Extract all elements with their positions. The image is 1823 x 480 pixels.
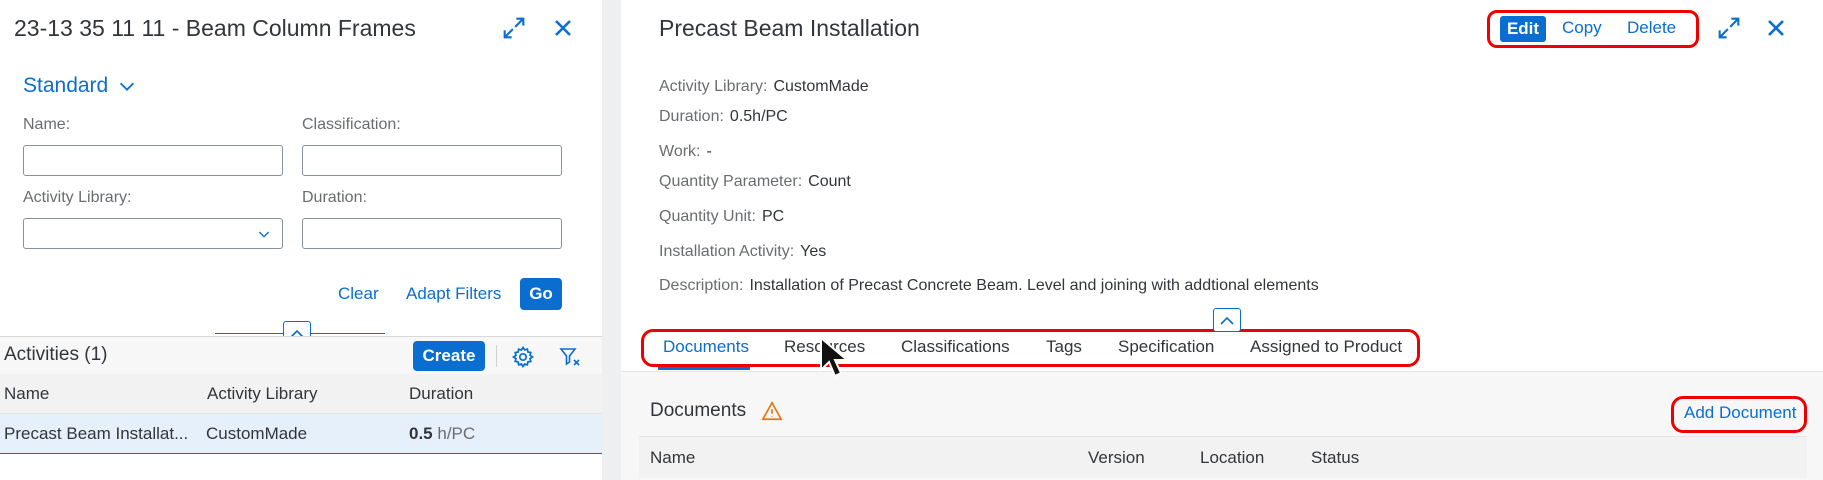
attribute-label: Activity Library: <box>659 78 768 95</box>
close-icon[interactable] <box>549 14 577 42</box>
table-title: Activities (1) <box>4 344 108 365</box>
classification-filter-input[interactable] <box>302 145 562 176</box>
documents-title: Documents <box>650 400 747 421</box>
attribute-label: Description: <box>659 277 744 294</box>
tab-specification[interactable]: Specification <box>1118 337 1214 357</box>
active-tab-indicator <box>658 367 750 370</box>
row-activity-library: CustomMade <box>206 424 308 443</box>
chevron-down-icon <box>120 82 135 91</box>
row-duration: 0.5 h/PC <box>409 424 475 444</box>
tab-classifications[interactable]: Classifications <box>901 337 1010 357</box>
tab-assigned-to-product[interactable]: Assigned to Product <box>1250 337 1402 357</box>
documents-section: Documents Add Document Name Version Loca… <box>621 372 1823 480</box>
clear-button[interactable]: Clear <box>338 284 379 304</box>
attribute-label: Duration: <box>659 108 724 125</box>
activity-detail-panel: Precast Beam Installation Edit Copy Dele… <box>621 0 1823 480</box>
column-header-name[interactable]: Name <box>4 384 49 404</box>
attribute-description: Description: Installation of Precast Conc… <box>659 277 1319 295</box>
attribute-value: PC <box>761 208 785 225</box>
attribute-work: Work: - <box>659 143 712 161</box>
row-duration-value: 0.5 <box>409 424 433 443</box>
create-button[interactable]: Create <box>413 341 485 371</box>
column-header-version[interactable]: Version <box>1088 448 1145 468</box>
attribute-label: Installation Activity: <box>659 243 795 260</box>
attribute-value: CustomMade <box>773 78 869 95</box>
attribute-quantity-unit: Quantity Unit: PC <box>659 208 784 226</box>
variant-selector[interactable]: Standard <box>23 74 138 98</box>
name-filter-input[interactable] <box>23 145 283 176</box>
attribute-value: 0.5h/PC <box>729 108 788 125</box>
column-header-status[interactable]: Status <box>1311 448 1359 468</box>
duration-filter-label: Duration: <box>302 189 367 206</box>
copy-button[interactable]: Copy <box>1562 18 1602 38</box>
duration-filter-input[interactable] <box>302 218 562 249</box>
delete-button[interactable]: Delete <box>1627 18 1676 38</box>
tab-documents[interactable]: Documents <box>663 337 749 357</box>
activity-library-select[interactable] <box>23 218 283 249</box>
go-button[interactable]: Go <box>520 278 562 310</box>
attribute-value: Count <box>808 173 851 190</box>
row-duration-unit: h/PC <box>437 424 476 443</box>
table-row[interactable]: Precast Beam Installat... CustomMade 0.5… <box>0 414 602 454</box>
adapt-filters-button[interactable]: Adapt Filters <box>406 284 501 304</box>
table-header: Name Activity Library Duration <box>0 374 602 414</box>
close-icon[interactable] <box>1762 14 1790 42</box>
mouse-cursor-icon <box>820 336 850 378</box>
warning-icon <box>761 400 783 422</box>
chevron-up-icon <box>1220 316 1234 325</box>
attribute-quantity-parameter: Quantity Parameter: Count <box>659 173 851 191</box>
column-header-duration[interactable]: Duration <box>409 384 473 404</box>
attribute-value: Yes <box>800 243 827 260</box>
attribute-label: Quantity Unit: <box>659 208 756 225</box>
chevron-down-icon <box>258 231 270 238</box>
attribute-label: Work: <box>659 143 701 160</box>
edit-button[interactable]: Edit <box>1500 16 1546 42</box>
column-header-location[interactable]: Location <box>1200 448 1264 468</box>
expand-icon[interactable] <box>1715 14 1743 42</box>
expand-icon[interactable] <box>500 14 528 42</box>
documents-table-header: Name Version Location Status <box>639 436 1807 478</box>
attribute-installation-activity: Installation Activity: Yes <box>659 243 826 261</box>
tab-tags[interactable]: Tags <box>1046 337 1082 357</box>
toolbar-separator <box>496 345 497 367</box>
variant-label: Standard <box>23 74 109 97</box>
add-document-button[interactable]: Add Document <box>1684 403 1796 423</box>
attribute-label: Quantity Parameter: <box>659 173 803 190</box>
collapse-header-button[interactable] <box>1213 308 1241 332</box>
column-header-activity-library[interactable]: Activity Library <box>207 384 318 404</box>
attribute-value: - <box>706 143 712 160</box>
table-toolbar: Activities (1) Create <box>0 336 602 374</box>
activity-library-filter-label: Activity Library: <box>23 189 132 206</box>
settings-icon[interactable] <box>511 345 535 369</box>
attribute-duration: Duration: 0.5h/PC <box>659 108 788 126</box>
name-filter-label: Name: <box>23 116 71 133</box>
panel-title: 23-13 35 11 11 - Beam Column Frames <box>14 15 416 41</box>
activity-list-panel: 23-13 35 11 11 - Beam Column Frames Stan… <box>0 0 602 480</box>
attribute-activity-library: Activity Library: CustomMade <box>659 78 869 96</box>
clear-filter-icon[interactable] <box>558 345 582 369</box>
classification-filter-label: Classification: <box>302 116 401 133</box>
row-name: Precast Beam Installat... <box>4 424 189 443</box>
column-header-name[interactable]: Name <box>650 448 695 468</box>
attribute-value: Installation of Precast Concrete Beam. L… <box>749 277 1319 294</box>
detail-title: Precast Beam Installation <box>659 15 920 41</box>
app-stage: 23-13 35 11 11 - Beam Column Frames Stan… <box>0 0 1823 480</box>
